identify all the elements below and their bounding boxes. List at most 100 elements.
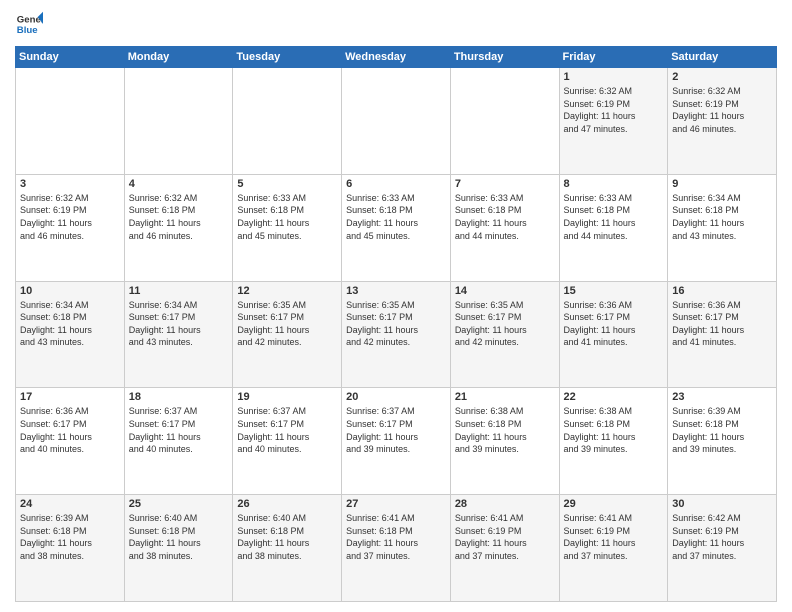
day-number: 17 <box>20 391 120 403</box>
calendar-cell <box>233 68 342 175</box>
calendar-cell: 3Sunrise: 6:32 AM Sunset: 6:19 PM Daylig… <box>16 174 125 281</box>
day-info: Sunrise: 6:32 AM Sunset: 6:19 PM Dayligh… <box>564 85 664 135</box>
day-number: 28 <box>455 498 555 510</box>
calendar-cell <box>16 68 125 175</box>
day-number: 2 <box>672 71 772 83</box>
calendar-cell: 28 Sunrise: 6:41 AM Sunset: 6:19 PM Dayli… <box>450 495 559 602</box>
calendar-cell: 2 Sunrise: 6:32 AM Sunset: 6:19 PM Daylig… <box>668 68 777 175</box>
day-number: 19 <box>237 391 337 403</box>
day-info: Sunrise: 6:33 AM Sunset: 6:18 PM Dayligh… <box>237 192 337 242</box>
svg-text:Blue: Blue <box>17 25 38 36</box>
day-info: Sunrise: 6:35 AM Sunset: 6:17 PM Dayligh… <box>346 299 446 349</box>
calendar-cell: 10 Sunrise: 6:34 AM Sunset: 6:18 PM Dayli… <box>16 281 125 388</box>
weekday-header-sunday: Sunday <box>16 47 125 68</box>
day-info: Sunrise: 6:37 AM Sunset: 6:17 PM Dayligh… <box>237 405 337 455</box>
day-info: Sunrise: 6:42 AM Sunset: 6:19 PM Dayligh… <box>672 512 772 562</box>
day-number: 26 <box>237 498 337 510</box>
calendar-cell: 20 Sunrise: 6:37 AM Sunset: 6:17 PM Dayli… <box>342 388 451 495</box>
calendar-cell: 18 Sunrise: 6:37 AM Sunset: 6:17 PM Dayli… <box>124 388 233 495</box>
day-info: Sunrise: 6:34 AM Sunset: 6:18 PM Dayligh… <box>672 192 772 242</box>
day-info: Sunrise: 6:41 AM Sunset: 6:19 PM Dayligh… <box>455 512 555 562</box>
day-number: 18 <box>129 391 229 403</box>
calendar-cell: 4 Sunrise: 6:32 AM Sunset: 6:18 PM Daylig… <box>124 174 233 281</box>
day-info: Sunrise: 6:34 AM Sunset: 6:17 PM Dayligh… <box>129 299 229 349</box>
day-info: Sunrise: 6:33 AM Sunset: 6:18 PM Dayligh… <box>455 192 555 242</box>
weekday-header-row: SundayMondayTuesdayWednesdayThursdayFrid… <box>16 47 777 68</box>
day-number: 11 <box>129 285 229 297</box>
weekday-header-thursday: Thursday <box>450 47 559 68</box>
week-row-1: 1 Sunrise: 6:32 AM Sunset: 6:19 PM Daylig… <box>16 68 777 175</box>
day-info: Sunrise: 6:32 AM Sunset: 6:19 PM Dayligh… <box>672 85 772 135</box>
day-info: Sunrise: 6:38 AM Sunset: 6:18 PM Dayligh… <box>455 405 555 455</box>
day-number: 20 <box>346 391 446 403</box>
calendar-cell: 22 Sunrise: 6:38 AM Sunset: 6:18 PM Dayli… <box>559 388 668 495</box>
calendar-cell: 26Sunrise: 6:40 AM Sunset: 6:18 PM Dayli… <box>233 495 342 602</box>
calendar-cell: 19 Sunrise: 6:37 AM Sunset: 6:17 PM Dayli… <box>233 388 342 495</box>
day-number: 5 <box>237 178 337 190</box>
header: General Blue <box>15 10 777 38</box>
day-number: 24 <box>20 498 120 510</box>
day-number: 9 <box>672 178 772 190</box>
day-info: Sunrise: 6:32 AM Sunset: 6:18 PM Dayligh… <box>129 192 229 242</box>
day-info: Sunrise: 6:40 AM Sunset: 6:18 PM Dayligh… <box>129 512 229 562</box>
day-info: Sunrise: 6:37 AM Sunset: 6:17 PM Dayligh… <box>346 405 446 455</box>
calendar-cell: 5 Sunrise: 6:33 AM Sunset: 6:18 PM Daylig… <box>233 174 342 281</box>
calendar-cell: 17 Sunrise: 6:36 AM Sunset: 6:17 PM Dayli… <box>16 388 125 495</box>
calendar-cell: 25 Sunrise: 6:40 AM Sunset: 6:18 PM Dayli… <box>124 495 233 602</box>
calendar-cell: 8 Sunrise: 6:33 AM Sunset: 6:18 PM Daylig… <box>559 174 668 281</box>
day-number: 15 <box>564 285 664 297</box>
day-info: Sunrise: 6:36 AM Sunset: 6:17 PM Dayligh… <box>564 299 664 349</box>
day-number: 8 <box>564 178 664 190</box>
calendar-cell: 11 Sunrise: 6:34 AM Sunset: 6:17 PM Dayli… <box>124 281 233 388</box>
day-info: Sunrise: 6:36 AM Sunset: 6:17 PM Dayligh… <box>672 299 772 349</box>
day-number: 12 <box>237 285 337 297</box>
day-info: Sunrise: 6:34 AM Sunset: 6:18 PM Dayligh… <box>20 299 120 349</box>
day-number: 6 <box>346 178 446 190</box>
day-number: 16 <box>672 285 772 297</box>
weekday-header-monday: Monday <box>124 47 233 68</box>
calendar-cell <box>450 68 559 175</box>
day-number: 30 <box>672 498 772 510</box>
day-number: 10 <box>20 285 120 297</box>
calendar-cell: 1 Sunrise: 6:32 AM Sunset: 6:19 PM Daylig… <box>559 68 668 175</box>
day-info: Sunrise: 6:41 AM Sunset: 6:18 PM Dayligh… <box>346 512 446 562</box>
weekday-header-friday: Friday <box>559 47 668 68</box>
calendar-cell: 14Sunrise: 6:35 AM Sunset: 6:17 PM Dayli… <box>450 281 559 388</box>
day-info: Sunrise: 6:37 AM Sunset: 6:17 PM Dayligh… <box>129 405 229 455</box>
calendar-table: SundayMondayTuesdayWednesdayThursdayFrid… <box>15 46 777 602</box>
week-row-5: 24 Sunrise: 6:39 AM Sunset: 6:18 PM Dayli… <box>16 495 777 602</box>
day-number: 3 <box>20 178 120 190</box>
calendar-cell: 15 Sunrise: 6:36 AM Sunset: 6:17 PM Dayli… <box>559 281 668 388</box>
day-number: 27 <box>346 498 446 510</box>
day-info: Sunrise: 6:33 AM Sunset: 6:18 PM Dayligh… <box>346 192 446 242</box>
day-number: 4 <box>129 178 229 190</box>
calendar-cell: 30 Sunrise: 6:42 AM Sunset: 6:19 PM Dayli… <box>668 495 777 602</box>
calendar-cell: 13 Sunrise: 6:35 AM Sunset: 6:17 PM Dayli… <box>342 281 451 388</box>
day-info: Sunrise: 6:35 AM Sunset: 6:17 PM Dayligh… <box>237 299 337 349</box>
day-number: 23 <box>672 391 772 403</box>
calendar-cell: 16 Sunrise: 6:36 AM Sunset: 6:17 PM Dayli… <box>668 281 777 388</box>
page: General Blue SundayMondayTuesdayWednesda… <box>0 0 792 612</box>
calendar-cell: 23 Sunrise: 6:39 AM Sunset: 6:18 PM Dayli… <box>668 388 777 495</box>
day-number: 13 <box>346 285 446 297</box>
week-row-3: 10 Sunrise: 6:34 AM Sunset: 6:18 PM Dayli… <box>16 281 777 388</box>
day-info: Sunrise: 6:39 AM Sunset: 6:18 PM Dayligh… <box>20 512 120 562</box>
day-number: 1 <box>564 71 664 83</box>
calendar-cell: 21Sunrise: 6:38 AM Sunset: 6:18 PM Dayli… <box>450 388 559 495</box>
calendar-cell: 6 Sunrise: 6:33 AM Sunset: 6:18 PM Daylig… <box>342 174 451 281</box>
calendar-cell: 12 Sunrise: 6:35 AM Sunset: 6:17 PM Dayli… <box>233 281 342 388</box>
calendar-cell: 27 Sunrise: 6:41 AM Sunset: 6:18 PM Dayli… <box>342 495 451 602</box>
day-info: Sunrise: 6:33 AM Sunset: 6:18 PM Dayligh… <box>564 192 664 242</box>
day-number: 22 <box>564 391 664 403</box>
logo-icon: General Blue <box>15 10 43 38</box>
day-number: 25 <box>129 498 229 510</box>
calendar-cell <box>124 68 233 175</box>
day-info: Sunrise: 6:38 AM Sunset: 6:18 PM Dayligh… <box>564 405 664 455</box>
day-info: Sunrise: 6:39 AM Sunset: 6:18 PM Dayligh… <box>672 405 772 455</box>
week-row-4: 17 Sunrise: 6:36 AM Sunset: 6:17 PM Dayli… <box>16 388 777 495</box>
calendar-cell: 9 Sunrise: 6:34 AM Sunset: 6:18 PM Daylig… <box>668 174 777 281</box>
week-row-2: 3Sunrise: 6:32 AM Sunset: 6:19 PM Daylig… <box>16 174 777 281</box>
weekday-header-tuesday: Tuesday <box>233 47 342 68</box>
day-info: Sunrise: 6:36 AM Sunset: 6:17 PM Dayligh… <box>20 405 120 455</box>
logo: General Blue <box>15 10 43 38</box>
